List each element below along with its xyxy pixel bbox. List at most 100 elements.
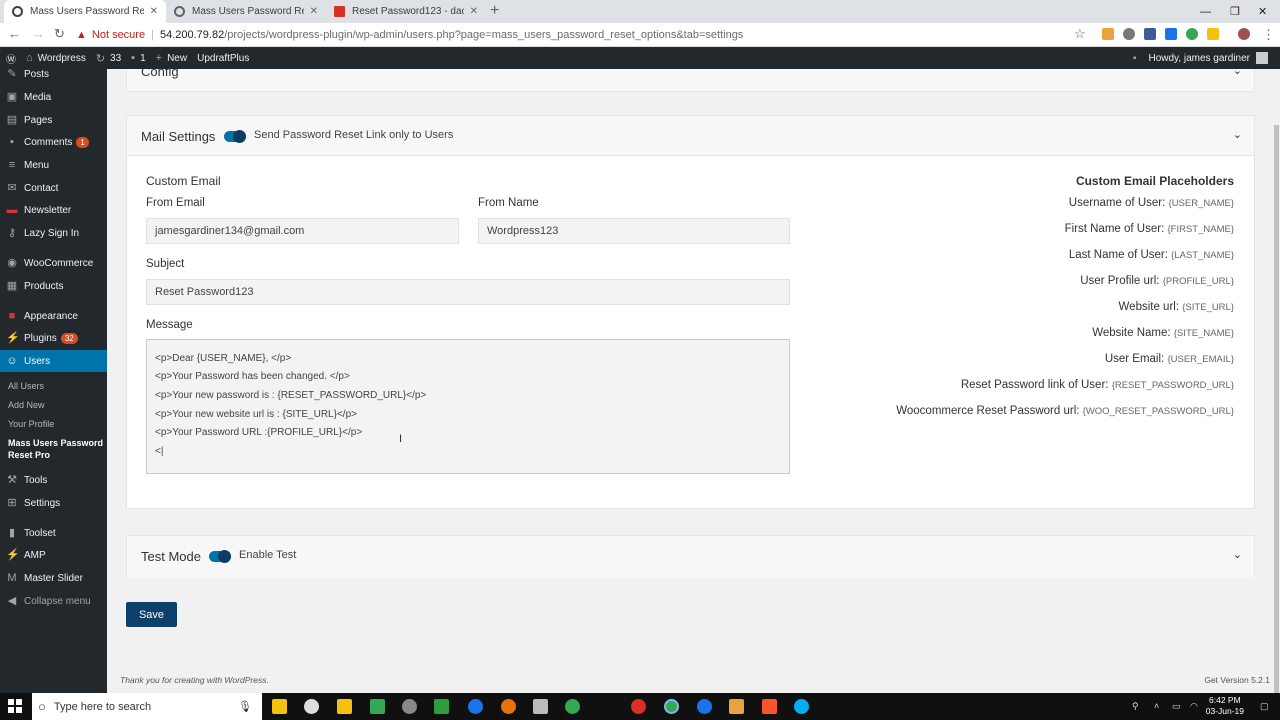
forward-icon[interactable]: → [32, 26, 45, 41]
url-field[interactable]: ▲ Not secure | 54.200.79.82/projects/wor… [76, 25, 1076, 45]
subject-field[interactable]: Reset Password123 [146, 279, 790, 305]
chevron-down-icon[interactable]: ⌄ [1233, 548, 1242, 561]
sidebar-item-menu[interactable]: ≡ Menu [0, 154, 107, 176]
app-icon[interactable] [434, 699, 449, 714]
back-icon[interactable]: ← [8, 26, 21, 41]
message-textarea[interactable]: <p>Dear {USER_NAME}, </p> <p>Your Passwo… [146, 339, 790, 474]
submenu-add-new[interactable]: Add New [8, 400, 107, 410]
updates-link[interactable]: ↻ 33 [96, 52, 121, 65]
extension-icon[interactable] [1144, 28, 1156, 40]
chrome-active-icon[interactable] [664, 699, 679, 714]
profile-avatar[interactable] [1238, 28, 1250, 40]
config-panel-header[interactable]: Config ⌄ [127, 69, 1254, 92]
placeholder-item: Username of User: {USER_NAME} [1069, 197, 1234, 209]
app-icon[interactable] [729, 699, 744, 714]
sidebar-item-woocommerce[interactable]: ◉ WooCommerce [0, 252, 107, 274]
close-icon[interactable]: ✕ [150, 6, 158, 17]
chevron-down-icon[interactable]: ⌄ [1233, 69, 1242, 77]
chevron-up-icon[interactable]: ˄ [1154, 701, 1159, 711]
sidebar-item-tools[interactable]: ⚒ Tools [0, 469, 107, 491]
mail-icon[interactable] [533, 699, 548, 714]
submenu-mass-users-password-reset[interactable]: Mass Users Password Reset Pro [8, 437, 107, 461]
sidebar-item-products[interactable]: ▦ Products [0, 275, 107, 297]
file-explorer-icon[interactable] [272, 699, 287, 714]
firefox-icon[interactable] [501, 699, 516, 714]
scrollbar-thumb[interactable] [1274, 125, 1279, 693]
account-menu[interactable]: ▪ Howdy, james gardiner [1133, 47, 1268, 69]
comments-link[interactable]: ▪ 1 [131, 52, 145, 64]
ie-icon[interactable] [697, 699, 712, 714]
sidebar-item-contact[interactable]: ✉ Contact [0, 177, 107, 199]
sidebar-collapse-menu[interactable]: ◀ Collapse menu [0, 590, 107, 612]
extension-icon[interactable] [1123, 28, 1135, 40]
submenu-your-profile[interactable]: Your Profile [8, 419, 107, 429]
close-icon[interactable]: ✕ [470, 6, 478, 17]
enable-test-toggle[interactable] [209, 550, 231, 563]
window-close-icon[interactable]: ✕ [1258, 0, 1267, 23]
footer-version[interactable]: Get Version 5.2.1 [1204, 675, 1270, 685]
sidebar-item-lazy-sign-in[interactable]: ⚷ Lazy Sign In [0, 222, 107, 244]
sidebar-item-plugins[interactable]: ⚡ Plugins 32 [0, 327, 107, 349]
updraftplus-link[interactable]: UpdraftPlus [197, 53, 249, 64]
send-reset-link-toggle[interactable] [224, 130, 246, 143]
app-icon[interactable] [370, 699, 385, 714]
chrome-icon[interactable] [565, 699, 580, 714]
sidebar-item-comments[interactable]: ▪ Comments 1 [0, 131, 107, 153]
submenu-all-users[interactable]: All Users [8, 381, 107, 391]
minimize-icon[interactable]: — [1200, 0, 1211, 23]
placeholder-token: {SITE_NAME} [1173, 328, 1234, 339]
extension-icon[interactable] [1186, 28, 1198, 40]
sidebar-item-newsletter[interactable]: ▬ Newsletter [0, 199, 107, 221]
browser-tab-3[interactable]: Reset Password123 - dackcross1 ✕ [326, 0, 486, 23]
divider: | [151, 29, 154, 41]
test-mode-header[interactable]: Test Mode Enable Test ⌄ [127, 536, 1254, 577]
from-name-field[interactable]: Wordpress123 [478, 218, 790, 244]
sidebar-item-media[interactable]: ▣ Media [0, 86, 107, 108]
taskbar-search[interactable]: ○ Type here to search 🎙 [32, 693, 262, 720]
sidebar-item-posts[interactable]: ✎ Posts [0, 69, 107, 85]
notifications-icon[interactable]: ▢ [1260, 701, 1269, 712]
edge-icon[interactable] [468, 699, 483, 714]
sidebar-item-users[interactable]: ☺ Users [0, 350, 107, 372]
extension-icon[interactable] [1102, 28, 1114, 40]
new-label: New [167, 52, 188, 64]
microphone-icon[interactable]: 🎙 [238, 700, 252, 713]
extension-icon[interactable] [1207, 28, 1219, 40]
mail-settings-header[interactable]: Mail Settings Send Password Reset Link o… [127, 116, 1254, 156]
star-icon[interactable]: ☆ [1074, 26, 1086, 42]
new-tab-icon[interactable]: + [490, 2, 499, 20]
app-icon[interactable] [402, 699, 417, 714]
network-icon[interactable]: ⚲ [1132, 701, 1139, 712]
sidebar-item-pages[interactable]: ▤ Pages [0, 109, 107, 131]
sidebar-item-amp[interactable]: ⚡ AMP [0, 544, 107, 566]
reload-icon[interactable]: ↻ [54, 26, 65, 42]
more-icon[interactable]: ⋮ [1262, 27, 1275, 43]
sidebar-item-toolset[interactable]: ▮ Toolset [0, 522, 107, 544]
from-email-field[interactable]: jamesgardiner134@gmail.com [146, 218, 459, 244]
browser-tab-2[interactable]: Mass Users Password Reset ‹ Wo ✕ [166, 0, 326, 23]
close-icon[interactable]: ✕ [310, 6, 318, 17]
maximize-icon[interactable]: ❐ [1230, 0, 1240, 23]
new-content-link[interactable]: + New [156, 52, 187, 64]
site-name-link[interactable]: ⌂ Wordpress [26, 52, 86, 64]
sidebar-item-label: Plugins [24, 332, 57, 344]
chevron-down-icon[interactable]: ⌄ [1233, 128, 1242, 141]
store-icon[interactable] [337, 699, 352, 714]
wifi-icon[interactable]: ◠ [1190, 701, 1198, 712]
battery-icon[interactable]: ▭ [1172, 701, 1181, 712]
send-reset-link-label: Send Password Reset Link only to Users [254, 129, 454, 141]
windows-start-icon[interactable] [8, 699, 22, 713]
sidebar-item-appearance[interactable]: ■ Appearance [0, 305, 107, 327]
app-icon[interactable] [304, 699, 319, 714]
message-line: <p>Your new website url is : {SITE_URL}<… [155, 409, 357, 420]
save-button[interactable]: Save [126, 602, 177, 627]
taskbar-clock[interactable]: 6:42 PM 03-Jun-19 [1206, 695, 1244, 717]
wordpress-logo-icon[interactable]: Ⓦ [6, 51, 16, 66]
opera-icon[interactable] [631, 699, 646, 714]
brave-icon[interactable] [762, 699, 777, 714]
sidebar-item-settings[interactable]: ⊞ Settings [0, 492, 107, 514]
skype-icon[interactable] [794, 699, 809, 714]
browser-tab-1[interactable]: Mass Users Password Reset ‹ Wo ✕ [4, 0, 166, 23]
extension-icon[interactable] [1165, 28, 1177, 40]
sidebar-item-master-slider[interactable]: M Master Slider [0, 567, 107, 589]
